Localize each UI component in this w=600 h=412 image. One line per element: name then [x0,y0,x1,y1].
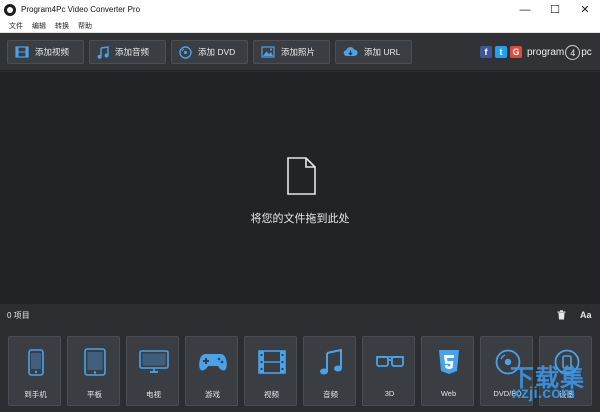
tablet-icon [83,348,106,376]
menu-help[interactable]: 帮助 [78,21,92,31]
image-icon [261,46,275,58]
profile-phone[interactable]: 到手机 [8,336,61,406]
profile-label: Web [440,389,457,398]
music-note-icon [319,348,342,375]
menu-edit[interactable]: 编辑 [32,21,46,31]
add-dvd-label: 添加 DVD [198,47,236,57]
add-photo-label: 添加照片 [281,47,316,57]
brand-text-post: pc [581,47,592,58]
phone-icon [27,348,44,376]
brand-number: 4 [565,45,581,60]
tv-icon [138,350,169,373]
profile-label: 电视 [146,390,161,399]
app-logo-icon [4,3,16,16]
add-photo-button[interactable]: 添加照片 [253,40,330,64]
cloud-download-icon [343,47,358,57]
html5-icon [438,350,459,374]
add-dvd-button[interactable]: 添加 DVD [171,40,248,64]
profile-label: 视频 [264,390,279,399]
menu-bar: 文件 编辑 转换 帮助 [0,19,600,33]
maximize-button[interactable]: ☐ [540,0,570,19]
watermark-url: xzji.com [512,385,576,402]
profile-audio[interactable]: 音频 [303,336,356,406]
music-note-icon [97,45,109,59]
profile-label: 到手机 [24,390,47,399]
window-title: Program4Pc Video Converter Pro [21,5,141,14]
twitter-icon[interactable]: t [495,46,507,58]
menu-file[interactable]: 文件 [9,21,23,31]
add-url-button[interactable]: 添加 URL [335,40,412,64]
item-count: 0 项目 [7,310,30,320]
profile-label: 3D [384,389,395,398]
toolbar: 添加视频 添加音频 添加 DVD 添加照片 添加 URL f t G progr… [0,33,600,71]
film-icon [257,350,286,374]
add-audio-label: 添加音频 [115,47,150,57]
close-button[interactable]: ✕ [570,0,600,19]
profile-label: 音频 [323,390,338,399]
gamepad-icon [198,354,227,371]
status-bar: 0 项目 Aa [0,304,600,326]
facebook-icon[interactable]: f [480,46,492,58]
disc-icon [179,45,192,59]
profile-label: 平板 [87,390,102,399]
brand-logo[interactable]: program 4 pc [527,45,592,60]
font-size-button[interactable]: Aa [580,310,592,320]
profile-tablet[interactable]: 平板 [67,336,120,406]
profile-3d[interactable]: 3D [362,336,415,406]
add-video-button[interactable]: 添加视频 [7,40,84,64]
add-audio-button[interactable]: 添加音频 [89,40,166,64]
brand-text-pre: program [527,47,565,58]
document-icon [287,157,316,195]
menu-convert[interactable]: 转换 [55,21,69,31]
profile-label: 游戏 [205,390,220,399]
profile-web[interactable]: Web [421,336,474,406]
film-icon [15,46,29,58]
add-url-label: 添加 URL [364,47,401,57]
trash-icon[interactable] [557,310,566,320]
google-plus-icon[interactable]: G [510,46,522,58]
profile-video[interactable]: 视频 [244,336,297,406]
3d-glasses-icon [375,356,404,367]
minimize-button[interactable]: — [510,0,540,19]
profile-tv[interactable]: 电视 [126,336,179,406]
drop-zone-message: 将您的文件拖到此处 [250,213,350,225]
profile-game[interactable]: 游戏 [185,336,238,406]
window-controls: — ☐ ✕ [510,0,600,19]
title-bar: Program4Pc Video Converter Pro — ☐ ✕ [0,0,600,19]
add-video-label: 添加视频 [35,47,70,57]
